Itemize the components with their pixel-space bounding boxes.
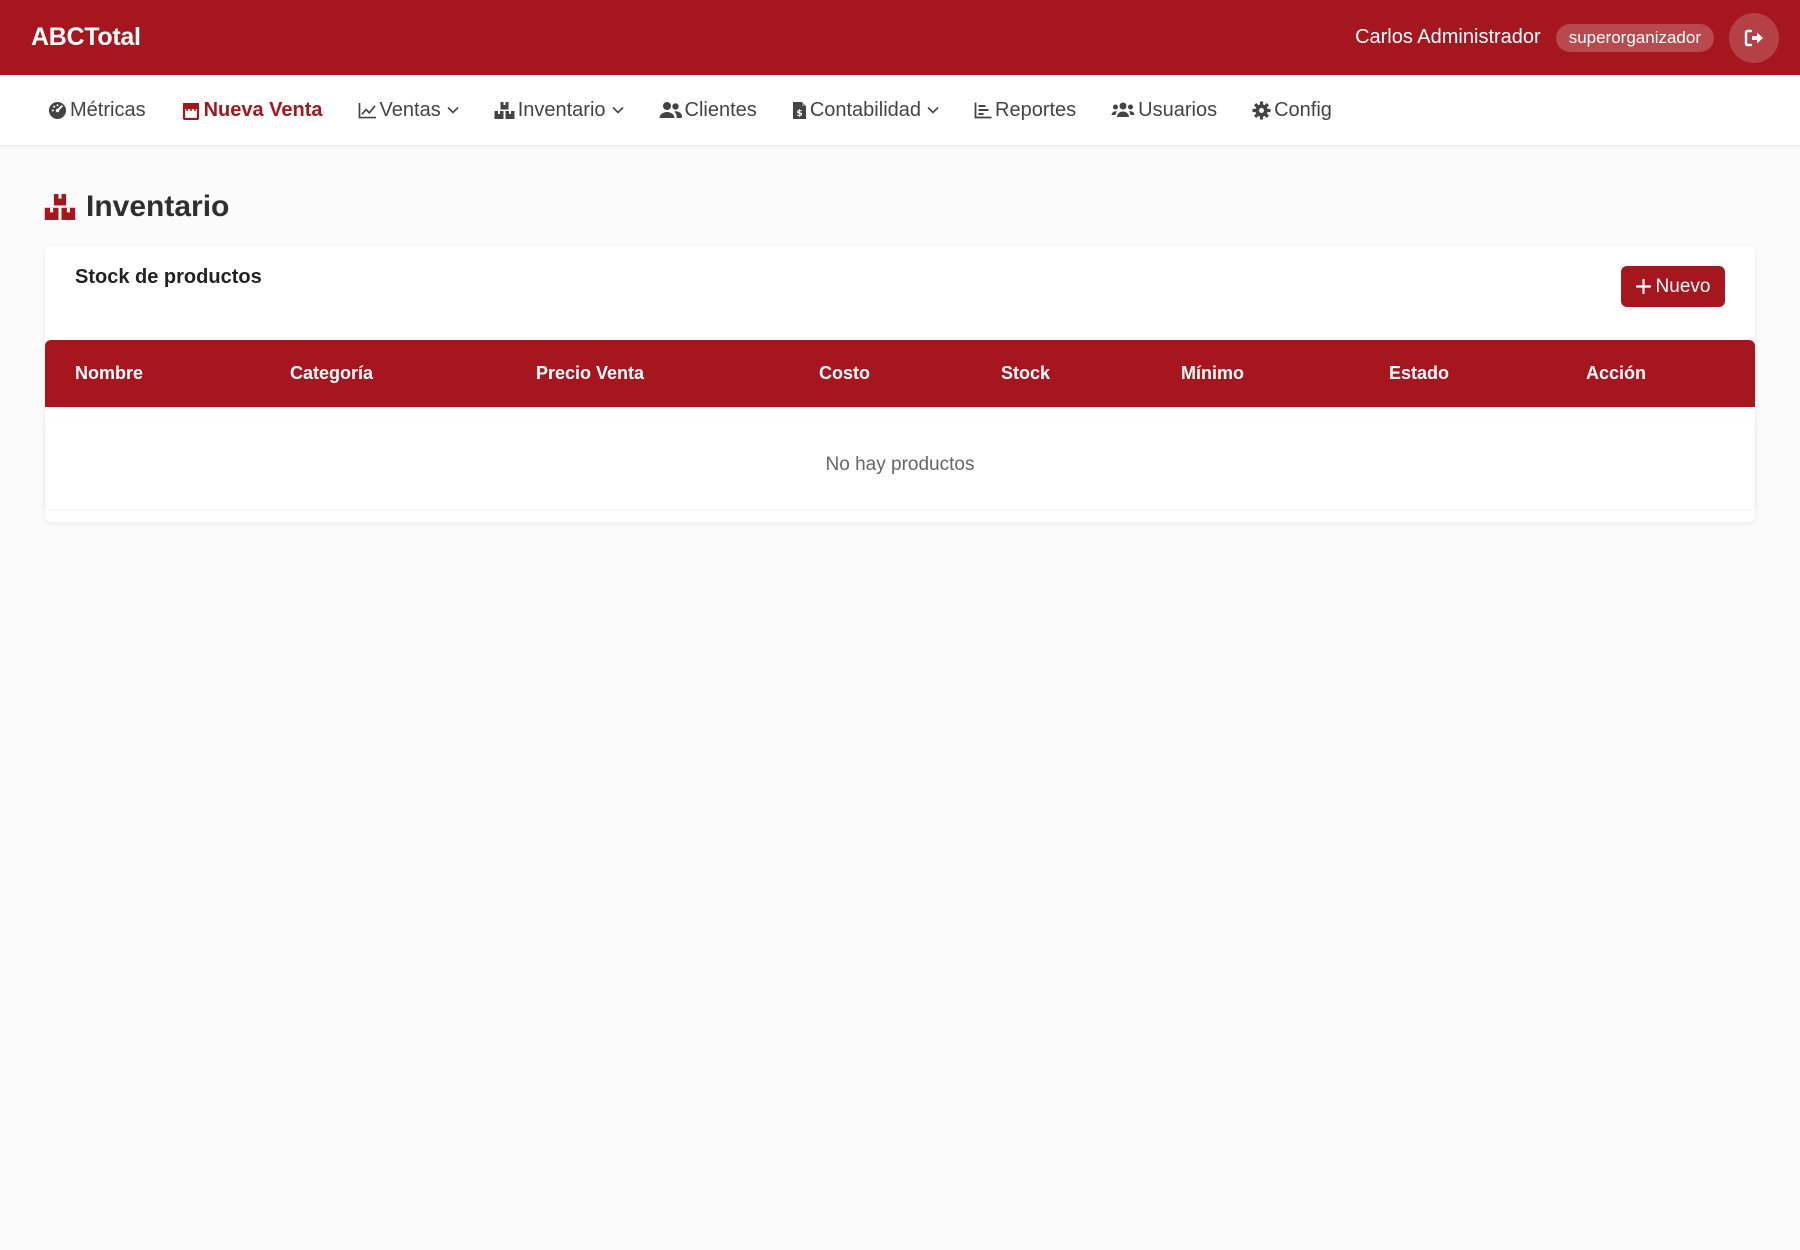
column-header-costo[interactable]: Costo (819, 340, 870, 407)
nav-label-reportes: Reportes (995, 98, 1077, 121)
user-name: Carlos Administrador (1355, 26, 1541, 48)
card-title: Stock de productos (75, 266, 262, 288)
chevron-down-icon (927, 106, 939, 114)
gear-icon (1252, 100, 1271, 120)
nav-label-usuarios: Usuarios (1138, 98, 1218, 121)
nav-label-nueva-venta: Nueva Venta (203, 98, 323, 121)
new-product-button[interactable]: Nuevo (1621, 266, 1725, 307)
chevron-down-icon (611, 106, 624, 114)
nav-label-contabilidad: Contabilidad (809, 98, 922, 121)
column-header-stock[interactable]: Stock (1001, 340, 1050, 407)
empty-message: No hay productos (825, 454, 975, 475)
tachometer-icon (48, 101, 67, 119)
page-heading: Inventario (44, 190, 229, 224)
nav-item-contabilidad[interactable]: $ Contabilidad (792, 99, 939, 122)
nav-item-inventario[interactable]: Inventario (494, 99, 624, 122)
inventory-card: Stock de productos Nuevo Nombre Categorí… (45, 246, 1755, 522)
plus-icon (1635, 279, 1651, 294)
column-header-precio-venta[interactable]: Precio Venta (536, 340, 644, 407)
nav-item-usuarios[interactable]: Usuarios (1111, 99, 1217, 122)
nav-item-reportes[interactable]: Reportes (974, 99, 1076, 122)
nav-label-inventario: Inventario (517, 98, 606, 121)
top-bar: ABCTotal Carlos Administrador superorgan… (0, 0, 1800, 75)
nav-label-config: Config (1274, 98, 1332, 121)
nav-item-metricas[interactable]: Métricas (48, 99, 146, 122)
nav-item-nueva-venta[interactable]: Nueva Venta (181, 99, 323, 122)
chevron-down-icon (447, 106, 459, 114)
page-title: Inventario (86, 190, 230, 223)
users-group-icon (1111, 102, 1135, 117)
svg-text:$: $ (796, 109, 802, 119)
logout-button[interactable] (1729, 12, 1779, 63)
nav-item-config[interactable]: Config (1252, 99, 1332, 122)
main-nav: Métricas Nueva Venta Ventas Inventario C… (0, 75, 1800, 146)
column-header-nombre[interactable]: Nombre (75, 340, 143, 407)
user-area: Carlos Administrador superorganizador (1355, 12, 1779, 63)
boxes-icon (44, 194, 76, 220)
nav-label-ventas: Ventas (379, 98, 441, 121)
sign-out-icon (1744, 29, 1763, 46)
empty-table-row: No hay productos (46, 421, 1754, 509)
file-invoice-dollar-icon: $ (792, 101, 806, 119)
column-header-accion: Acción (1586, 363, 1647, 383)
new-button-label: Nuevo (1655, 275, 1711, 297)
nav-label-clientes: Clientes (684, 98, 757, 121)
column-header-categoria[interactable]: Categoría (290, 340, 373, 407)
nav-item-clientes[interactable]: Clientes (659, 99, 757, 122)
chart-line-icon (358, 102, 376, 118)
brand-logo[interactable]: ABCTotal (31, 23, 141, 52)
users-icon (659, 102, 682, 118)
chart-bar-icon (974, 102, 992, 118)
nav-label-metricas: Métricas (70, 98, 146, 121)
boxes-icon (494, 101, 515, 119)
column-header-estado[interactable]: Estado (1389, 340, 1449, 407)
table-header: Nombre Categoría Precio Venta Costo Stoc… (45, 340, 1755, 407)
cash-register-icon (182, 102, 199, 120)
role-badge: superorganizador (1555, 23, 1714, 52)
nav-item-ventas[interactable]: Ventas (358, 99, 459, 122)
column-header-minimo[interactable]: Mínimo (1181, 340, 1244, 407)
